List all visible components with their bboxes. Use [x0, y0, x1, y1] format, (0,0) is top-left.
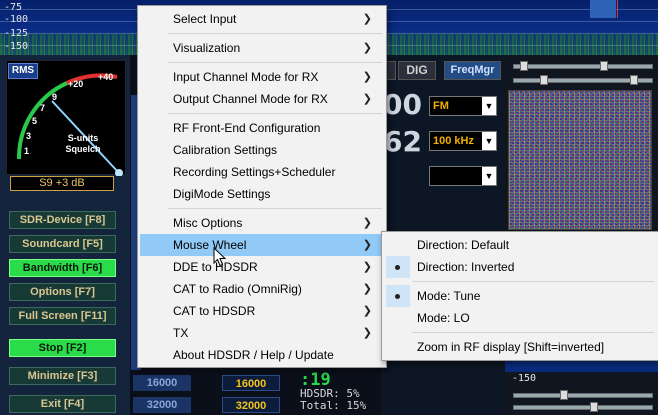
zoom-slider-thumb[interactable]: [520, 61, 528, 71]
signal-strength-readout: S9 +3 dB: [10, 176, 114, 191]
soundcard-button[interactable]: Soundcard [F5]: [9, 235, 116, 253]
menu-item-select-input[interactable]: Select Input ❯: [140, 8, 384, 30]
menu-separator: [168, 33, 382, 34]
chevron-down-icon: ▼: [482, 167, 496, 185]
rms-toggle-button[interactable]: RMS: [8, 63, 38, 79]
s-meter-tick: 3: [26, 131, 32, 141]
chevron-right-icon: ❯: [362, 261, 372, 273]
menu-item-input-channel-mode[interactable]: Input Channel Mode for RX ❯: [140, 66, 384, 88]
spectrum-level-label: -150: [4, 41, 29, 52]
bullet-icon: [395, 265, 400, 270]
menu-item-dde-to-hdsdr[interactable]: DDE to HDSDR ❯: [140, 256, 384, 278]
minimize-button[interactable]: Minimize [F3]: [9, 367, 116, 385]
s-meter-tick: 7: [40, 103, 46, 113]
tuning-marker-line: [617, 0, 618, 18]
chevron-right-icon: ❯: [362, 217, 372, 229]
contrast-slider-thumb[interactable]: [540, 75, 548, 85]
step-select[interactable]: 100 kHz ▼: [429, 131, 497, 151]
chevron-down-icon: ▼: [482, 97, 496, 115]
level-slider[interactable]: [513, 393, 653, 398]
dig-button[interactable]: DIG: [398, 61, 436, 80]
freqmgr-button[interactable]: FreqMgr: [444, 61, 501, 80]
spectrum-level-label: -75: [4, 2, 23, 13]
zoom-slider[interactable]: [513, 64, 653, 69]
menu-item-cat-to-radio[interactable]: CAT to Radio (OmniRig) ❯: [140, 278, 384, 300]
options-button[interactable]: Options [F7]: [9, 283, 116, 301]
chevron-right-icon: ❯: [362, 327, 372, 339]
menu-item-calibration-settings[interactable]: Calibration Settings: [140, 139, 384, 161]
menu-separator: [168, 208, 382, 209]
menu-separator: [168, 113, 382, 114]
frequency-digits[interactable]: 62: [383, 125, 422, 158]
menu-item-rf-front-end-configuration[interactable]: RF Front-End Configuration: [140, 117, 384, 139]
bandwidth-value[interactable]: 16000: [222, 375, 280, 391]
stop-button[interactable]: Stop [F2]: [9, 339, 116, 357]
menu-item-zoom-rf-display[interactable]: Zoom in RF display [Shift=inverted]: [384, 336, 656, 358]
speed-slider[interactable]: [513, 405, 653, 410]
s-meter-tick: +40: [98, 72, 114, 82]
menu-separator: [412, 281, 654, 282]
s-meter-tick: 5: [32, 116, 38, 126]
menu-item-tx[interactable]: TX ❯: [140, 322, 384, 344]
s-meter-tick: 1: [24, 146, 30, 156]
bandwidth-button[interactable]: Bandwidth [F6]: [9, 259, 116, 277]
bandwidth-value[interactable]: 32000: [133, 397, 191, 413]
chevron-right-icon: ❯: [362, 93, 372, 105]
bullet-icon: [395, 294, 400, 299]
chevron-right-icon: ❯: [362, 305, 372, 317]
menu-item-mode-lo[interactable]: Mode: LO: [384, 307, 656, 329]
menu-item-digimode-settings[interactable]: DigiMode Settings: [140, 183, 384, 205]
chevron-right-icon: ❯: [362, 239, 372, 251]
contrast-slider-thumb[interactable]: [630, 75, 638, 85]
chevron-down-icon: ▼: [482, 132, 496, 150]
menu-item-direction-inverted[interactable]: Direction: Inverted: [384, 256, 656, 278]
menu-item-output-channel-mode[interactable]: Output Channel Mode for RX ❯: [140, 88, 384, 110]
af-waterfall[interactable]: [508, 90, 652, 230]
level-slider-thumb[interactable]: [560, 390, 568, 400]
full-screen-button[interactable]: Full Screen [F11]: [9, 307, 116, 325]
mode-select[interactable]: FM ▼: [429, 96, 497, 116]
chevron-right-icon: ❯: [362, 42, 372, 54]
menu-item-cat-to-hdsdr[interactable]: CAT to HDSDR ❯: [140, 300, 384, 322]
menu-item-mode-tune[interactable]: Mode: Tune: [384, 285, 656, 307]
menu-item-direction-default[interactable]: Direction: Default: [384, 234, 656, 256]
chevron-right-icon: ❯: [362, 13, 372, 25]
speed-slider-thumb[interactable]: [590, 402, 598, 412]
menu-item-about-hdsdr[interactable]: About HDSDR / Help / Update: [140, 344, 384, 366]
cpu-load-stats: HDSDR: 5% Total: 15%: [300, 387, 367, 412]
waterfall-level-label: -150: [512, 373, 537, 384]
mouse-pointer-icon: [213, 247, 227, 267]
exit-button[interactable]: Exit [F4]: [9, 395, 116, 413]
bandwidth-value[interactable]: 16000: [133, 375, 191, 391]
menu-item-mouse-wheel[interactable]: Mouse Wheel ❯: [140, 234, 384, 256]
menu-item-misc-options[interactable]: Misc Options ❯: [140, 212, 384, 234]
menu-separator: [412, 332, 654, 333]
spectrum-level-label: -100: [4, 14, 29, 25]
zoom-slider-thumb[interactable]: [600, 61, 608, 71]
bandwidth-value[interactable]: 32000: [222, 397, 280, 413]
s-meter-tick: 9: [52, 92, 58, 102]
sdr-device-button[interactable]: SDR-Device [F8]: [9, 211, 116, 229]
spectrum-level-label: -125: [4, 28, 29, 39]
s-meter-tick: +20: [68, 79, 84, 89]
chevron-right-icon: ❯: [362, 71, 372, 83]
menu-separator: [168, 62, 382, 63]
frequency-digits[interactable]: 00: [383, 88, 422, 121]
menu-item-recording-settings[interactable]: Recording Settings+Scheduler: [140, 161, 384, 183]
chevron-right-icon: ❯: [362, 283, 372, 295]
options-context-menu: Select Input ❯ Visualization ❯ Input Chann…: [137, 5, 387, 368]
tuning-marker[interactable]: [590, 0, 616, 18]
s-meter-caption: S-units Squelch: [65, 133, 101, 154]
menu-item-visualization[interactable]: Visualization ❯: [140, 37, 384, 59]
mouse-wheel-submenu: Direction: Default Direction: Inverted M…: [381, 231, 658, 361]
option-select[interactable]: ▼: [429, 166, 497, 186]
